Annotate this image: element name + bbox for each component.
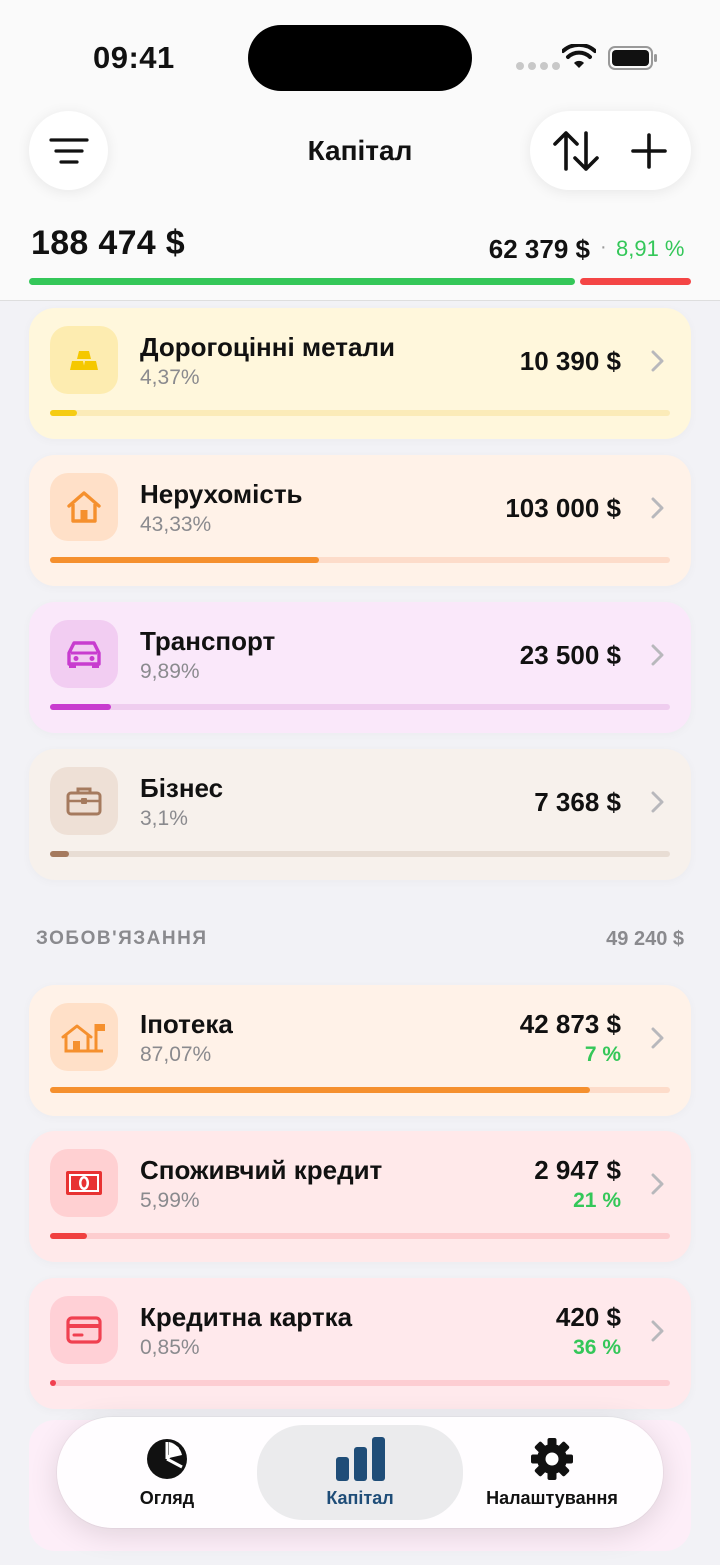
interest-rate: 36 % bbox=[573, 1336, 621, 1359]
account-amount: 10 390 $ bbox=[519, 346, 621, 376]
sort-arrows-icon[interactable] bbox=[552, 129, 600, 173]
chevron-right-icon bbox=[651, 350, 664, 372]
net-worth-total: 188 474 $ bbox=[31, 224, 185, 262]
liability-card-0[interactable]: Іпотека 87,07% 42 873 $ 7 % bbox=[29, 985, 691, 1116]
status-bar: 09:41 bbox=[0, 0, 720, 110]
account-name: Кредитна картка bbox=[140, 1302, 353, 1332]
share-progress-fill bbox=[50, 1380, 56, 1386]
share-progress-track bbox=[50, 1233, 670, 1239]
capital-screen: Дорогоцінні метали 4,37% 10 390 $ Нерухоміс… bbox=[0, 0, 720, 1565]
liabilities-ratio-bar bbox=[580, 278, 691, 285]
house-icon bbox=[66, 490, 102, 524]
tab-bar: Огляд Капітал Налаштування bbox=[57, 1417, 663, 1528]
share-progress-track bbox=[50, 557, 670, 563]
liabilities-total: 62 379 $ bbox=[488, 234, 590, 264]
tab-capital-label: Капітал bbox=[326, 1488, 394, 1508]
car-icon-box bbox=[50, 620, 118, 688]
account-amount: 23 500 $ bbox=[519, 640, 621, 670]
chevron-right-icon bbox=[651, 791, 664, 813]
share-progress-fill bbox=[50, 851, 69, 857]
asset-card-0[interactable]: Дорогоцінні метали 4,37% 10 390 $ bbox=[29, 308, 691, 439]
gold-bars-icon-box bbox=[50, 326, 118, 394]
account-name: Бізнес bbox=[140, 773, 224, 803]
mortgage-house-icon bbox=[61, 1020, 107, 1054]
liabilities-ratio: 8,91 % bbox=[616, 236, 685, 261]
gear-icon bbox=[531, 1438, 573, 1480]
asset-card-3[interactable]: Бізнес 3,1% 7 368 $ bbox=[29, 749, 691, 880]
house-icon-box bbox=[50, 473, 118, 541]
interest-rate: 7 % bbox=[584, 1043, 621, 1066]
liability-card-1[interactable]: Споживчий кредит 5,99% 2 947 $ 21 % bbox=[29, 1131, 691, 1262]
liability-card-2[interactable]: Кредитна картка 0,85% 420 $ 36 % bbox=[29, 1278, 691, 1409]
briefcase-icon bbox=[66, 786, 102, 816]
mortgage-house-icon-box bbox=[50, 1003, 118, 1071]
share-progress-fill bbox=[50, 704, 111, 710]
share-progress-track bbox=[50, 410, 670, 416]
credit-card-icon-box bbox=[50, 1296, 118, 1364]
dynamic-island bbox=[248, 25, 472, 91]
chevron-right-icon bbox=[651, 1320, 664, 1342]
battery-icon bbox=[608, 46, 657, 70]
chevron-right-icon bbox=[651, 1173, 664, 1195]
account-amount: 2 947 $ bbox=[534, 1155, 621, 1185]
add-icon[interactable] bbox=[629, 131, 669, 171]
account-name: Дорогоцінні метали bbox=[140, 332, 395, 362]
share-progress-track bbox=[50, 851, 670, 857]
account-share-percent: 0,85% bbox=[140, 1336, 200, 1359]
account-name: Споживчий кредит bbox=[140, 1155, 383, 1185]
share-progress-track bbox=[50, 704, 670, 710]
account-amount: 42 873 $ bbox=[519, 1009, 621, 1039]
wifi-icon bbox=[562, 44, 596, 68]
interest-rate: 21 % bbox=[573, 1189, 621, 1212]
account-name: Нерухомість bbox=[140, 479, 303, 509]
cash-icon bbox=[65, 1170, 103, 1196]
tab-capital[interactable]: Капітал bbox=[257, 1425, 463, 1520]
account-share-percent: 5,99% bbox=[140, 1189, 200, 1212]
tab-settings[interactable]: Налаштування bbox=[477, 1417, 627, 1528]
account-amount: 420 $ bbox=[555, 1302, 621, 1332]
account-share-percent: 3,1% bbox=[140, 807, 188, 830]
status-time: 09:41 bbox=[93, 40, 175, 75]
tab-overview[interactable]: Огляд bbox=[97, 1417, 237, 1528]
briefcase-icon-box bbox=[50, 767, 118, 835]
header: 09:41 Капітал 188 474 $ 62 379 $ · 8,91 … bbox=[0, 0, 720, 301]
cellular-signal-icon bbox=[516, 62, 560, 70]
bar-chart-icon bbox=[336, 1437, 385, 1481]
tab-settings-label: Налаштування bbox=[486, 1488, 618, 1508]
account-name: Транспорт bbox=[140, 626, 276, 656]
share-progress-fill bbox=[50, 557, 319, 563]
share-progress-track bbox=[50, 1087, 670, 1093]
account-share-percent: 87,07% bbox=[140, 1043, 212, 1066]
chevron-right-icon bbox=[651, 644, 664, 666]
chevron-right-icon bbox=[651, 1027, 664, 1049]
account-share-percent: 4,37% bbox=[140, 366, 200, 389]
credit-card-icon bbox=[66, 1316, 102, 1344]
account-name: Іпотека bbox=[140, 1009, 233, 1039]
pie-chart-icon bbox=[147, 1439, 187, 1479]
liabilities-section-title: ЗОБОВ'ЯЗАННЯ bbox=[36, 928, 208, 949]
separator-dot: · bbox=[600, 236, 607, 258]
share-progress-track bbox=[50, 1380, 670, 1386]
tab-overview-label: Огляд bbox=[139, 1488, 195, 1508]
share-progress-fill bbox=[50, 410, 77, 416]
gold-bars-icon bbox=[69, 349, 99, 371]
car-icon bbox=[65, 639, 103, 669]
asset-card-2[interactable]: Транспорт 9,89% 23 500 $ bbox=[29, 602, 691, 733]
share-progress-fill bbox=[50, 1233, 87, 1239]
account-share-percent: 9,89% bbox=[140, 660, 200, 683]
cash-icon-box bbox=[50, 1149, 118, 1217]
account-amount: 103 000 $ bbox=[505, 493, 621, 523]
account-amount: 7 368 $ bbox=[534, 787, 621, 817]
share-progress-fill bbox=[50, 1087, 590, 1093]
account-share-percent: 43,33% bbox=[140, 513, 212, 536]
asset-card-1[interactable]: Нерухомість 43,33% 103 000 $ bbox=[29, 455, 691, 586]
chevron-right-icon bbox=[651, 497, 664, 519]
liabilities-section-total: 49 240 $ bbox=[606, 928, 684, 950]
header-actions bbox=[530, 111, 691, 190]
assets-ratio-bar bbox=[29, 278, 575, 285]
